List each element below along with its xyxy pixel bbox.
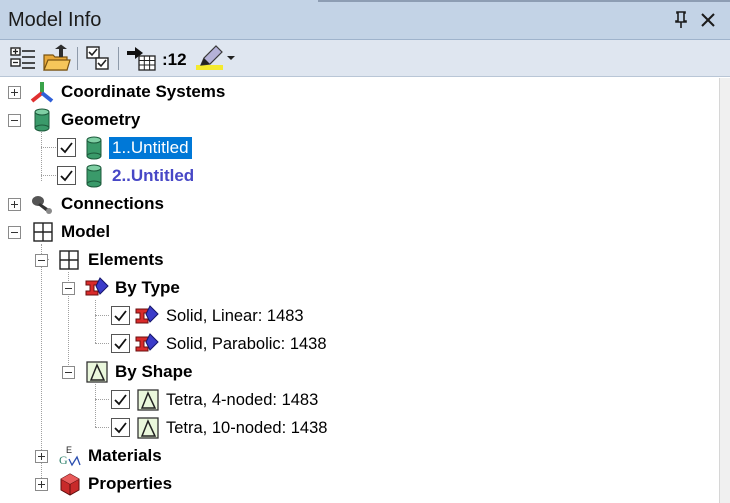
close-icon[interactable] [697,8,719,32]
tree-item-model[interactable]: Model [0,219,719,245]
tree-label-selected: 1..Untitled [109,137,192,159]
move-to-table-icon[interactable] [126,44,158,73]
element-type-icon [134,304,160,333]
axes-icon [29,80,55,109]
checklist-icon[interactable] [84,44,112,73]
grid-icon [33,222,53,247]
pin-icon[interactable] [670,8,692,32]
cylinder-icon [33,108,51,137]
tree-item-tetra-10[interactable]: Tetra, 10-noded: 1438 [0,415,719,441]
triangle-icon [137,389,159,416]
expand-toggle[interactable] [8,86,21,99]
tree-label: 2..Untitled [112,166,195,185]
tree-label: Model [61,222,111,241]
triangle-icon [137,417,159,444]
title-bar-edge [318,0,730,2]
open-folder-icon[interactable] [42,44,72,73]
connector-icon [30,193,54,220]
tree-item-geometry-1[interactable]: 1..Untitled [0,135,719,161]
tree-item-by-shape[interactable]: By Shape [0,359,719,385]
expand-toggle[interactable] [8,198,21,211]
element-type-icon [134,332,160,361]
tree-label: Elements [88,250,164,269]
chevron-down-icon [227,56,235,60]
element-type-icon [84,276,110,305]
tree-label: By Type [115,278,180,297]
tree-label: By Shape [115,362,193,381]
tree-item-tetra-4[interactable]: Tetra, 4-noded: 1483 [0,387,719,413]
collapse-toggle[interactable] [8,114,21,127]
tree-item-properties[interactable]: Properties [0,471,719,497]
panel-title: Model Info [8,9,102,31]
visibility-checkbox[interactable] [57,138,76,157]
model-tree: Coordinate Systems Geometry 1..Untitled … [0,78,719,503]
zoom-label: :12 [162,50,187,69]
toolbar: :12 [0,40,730,77]
tree-item-connections[interactable]: Connections [0,191,719,217]
tree-label: Materials [88,446,162,465]
tree-label: Tetra, 10-noded: 1438 [166,419,328,437]
expand-toggle[interactable] [35,478,48,491]
tree-label: Solid, Parabolic: 1438 [166,335,327,353]
tree-item-elements[interactable]: Elements [0,247,719,273]
tree-item-geometry-2[interactable]: 2..Untitled [0,163,719,189]
visibility-checkbox[interactable] [111,418,130,437]
tree-item-solid-parabolic[interactable]: Solid, Parabolic: 1438 [0,331,719,357]
cylinder-icon [85,136,103,165]
visibility-checkbox[interactable] [111,334,130,353]
toolbar-separator [77,47,78,70]
collapse-toggle[interactable] [8,226,21,239]
property-block-icon [58,471,82,502]
grid-icon [59,250,79,275]
collapse-toggle[interactable] [35,254,48,267]
visibility-checkbox[interactable] [111,306,130,325]
tree-label: Tetra, 4-noded: 1483 [166,391,319,409]
vertical-scrollbar[interactable] [719,78,730,503]
tree-label: Geometry [61,110,141,129]
visibility-checkbox[interactable] [57,166,76,185]
collapse-toggle[interactable] [62,282,75,295]
triangle-icon [86,361,108,388]
tree-item-materials[interactable]: E G Materials [0,443,719,469]
tree-item-geometry[interactable]: Geometry [0,107,719,133]
panel-title-bar: Model Info [0,0,730,40]
tree-label: Coordinate Systems [61,82,226,101]
toolbar-separator [118,47,119,70]
tree-label: Solid, Linear: 1483 [166,307,304,325]
highlighter-dropdown[interactable] [196,44,240,73]
tree-item-solid-linear[interactable]: Solid, Linear: 1483 [0,303,719,329]
tree-label: Connections [61,194,164,213]
expand-toggle[interactable] [35,450,48,463]
tree-label: Properties [88,474,173,493]
tree-item-coordinate-systems[interactable]: Coordinate Systems [0,79,719,105]
collapse-toggle[interactable] [62,366,75,379]
cylinder-icon [85,164,103,193]
tree-item-by-type[interactable]: By Type [0,275,719,301]
material-icon: E G [57,443,83,474]
svg-text:G: G [59,453,68,467]
visibility-checkbox[interactable] [111,390,130,409]
list-add-icon[interactable] [8,44,38,73]
